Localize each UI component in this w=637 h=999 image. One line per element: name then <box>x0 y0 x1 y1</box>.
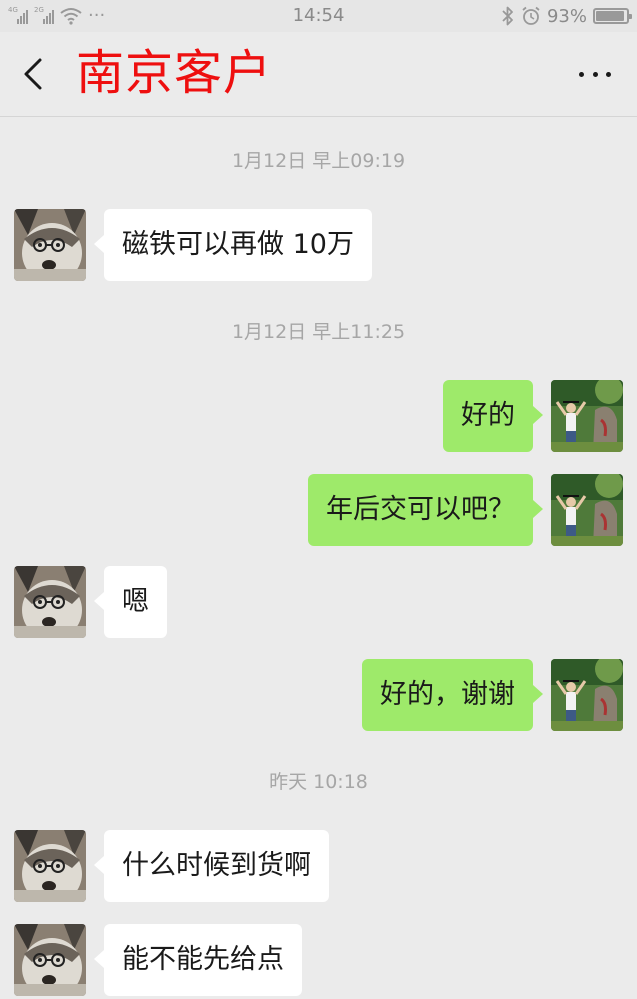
message-timestamp: 1月12日 早上09:19 <box>231 150 406 172</box>
battery-fill <box>596 11 624 21</box>
chat-list[interactable]: 1月12日 早上09:19 磁铁可以再做 10万 1月12日 早上11:25 好… <box>0 118 637 999</box>
person-avatar-icon <box>551 380 623 452</box>
outgoing-message[interactable]: 年后交可以吧？ <box>308 474 543 546</box>
incoming-message[interactable]: 能不能先给点 <box>94 924 302 996</box>
self-avatar[interactable] <box>551 474 623 546</box>
husky-avatar-icon <box>14 566 86 638</box>
contact-avatar[interactable] <box>14 209 86 281</box>
battery-icon <box>593 8 632 24</box>
message-timestamp: 昨天 10:18 <box>269 771 368 793</box>
more-dot-icon <box>606 71 611 77</box>
person-avatar-icon <box>551 474 623 546</box>
self-avatar[interactable] <box>551 659 623 731</box>
contact-avatar[interactable] <box>14 566 86 638</box>
husky-avatar-icon <box>14 209 86 281</box>
husky-avatar-icon <box>14 830 86 902</box>
message-timestamp: 1月12日 早上11:25 <box>231 321 406 343</box>
more-dot-icon <box>579 71 584 77</box>
back-button[interactable] <box>14 54 54 94</box>
incoming-message[interactable]: 磁铁可以再做 10万 <box>94 209 372 281</box>
more-options-button[interactable] <box>575 62 615 86</box>
chat-header: 南京客户 <box>0 32 637 117</box>
incoming-message[interactable]: 嗯 <box>94 566 167 638</box>
contact-avatar[interactable] <box>14 924 86 996</box>
husky-avatar-icon <box>14 924 86 996</box>
self-avatar[interactable] <box>551 380 623 452</box>
contact-avatar[interactable] <box>14 830 86 902</box>
incoming-message[interactable]: 什么时候到货啊 <box>94 830 329 902</box>
bluetooth-icon <box>501 6 515 26</box>
chevron-left-icon <box>24 58 42 90</box>
person-avatar-icon <box>551 659 623 731</box>
battery-percent: 93% <box>546 5 587 27</box>
outgoing-message[interactable]: 好的 <box>443 380 543 452</box>
alarm-icon <box>521 6 541 26</box>
outgoing-message[interactable]: 好的，谢谢 <box>362 659 543 731</box>
status-bar: 4G 2G ··· 14:54 93% <box>0 0 637 32</box>
status-right: 93% <box>501 5 632 27</box>
more-dot-icon <box>592 71 598 77</box>
chat-title: 南京客户 <box>76 45 273 101</box>
